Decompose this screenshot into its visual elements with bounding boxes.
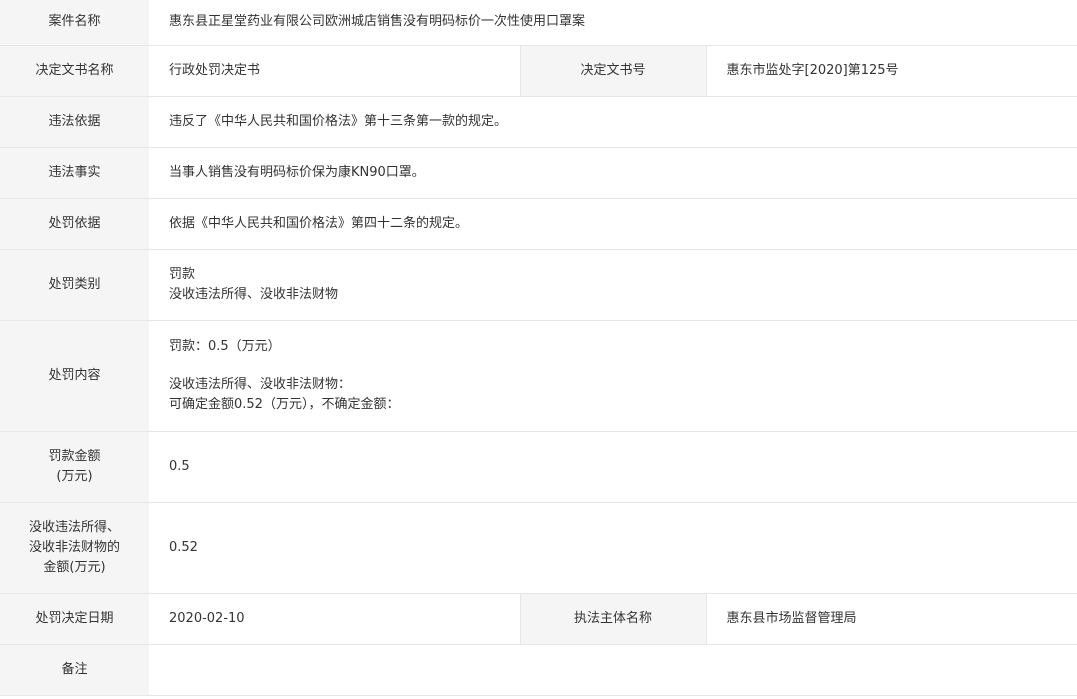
row-penalty-content: 处罚内容 罚款：0.5（万元） 没收违法所得、没收非法财物： 可确定金额0.52… — [0, 320, 1077, 432]
remarks-value — [149, 644, 1077, 696]
penalty-type-line-2: 没收违法所得、没收非法财物 — [169, 286, 339, 302]
penalty-basis-value: 依据《中华人民共和国价格法》第四十二条的规定。 — [149, 198, 1077, 250]
penalty-content-spacer — [169, 357, 1077, 375]
penalty-content-line-1: 罚款：0.5（万元） — [169, 338, 281, 354]
row-case-name: 案件名称 惠东县正星堂药业有限公司欧洲城店销售没有明码标价一次性使用口罩案 — [0, 0, 1077, 46]
penalty-info-table: 案件名称 惠东县正星堂药业有限公司欧洲城店销售没有明码标价一次性使用口罩案 决定… — [0, 0, 1077, 696]
penalty-content-line-2: 没收违法所得、没收非法财物： — [169, 376, 352, 392]
decision-doc-number-value: 惠东市监处字[2020]第125号 — [705, 45, 1077, 97]
penalty-basis-label: 处罚依据 — [0, 198, 149, 250]
enforcement-agency-label: 执法主体名称 — [519, 593, 706, 645]
fine-amount-label-line-2: (万元) — [56, 468, 93, 484]
fine-amount-value: 0.5 — [149, 431, 1077, 503]
confiscation-amount-label: 没收违法所得、 没收非法财物的 金额(万元) — [0, 502, 149, 594]
row-remarks: 备注 — [0, 644, 1077, 696]
violation-facts-value: 当事人销售没有明码标价保为康KN90口罩。 — [149, 147, 1077, 199]
confiscation-amount-label-line-2: 没收非法财物的 — [28, 539, 120, 555]
penalty-type-line-1: 罚款 — [169, 266, 196, 282]
row-fine-amount: 罚款金额 (万元) 0.5 — [0, 431, 1077, 503]
row-penalty-type: 处罚类别 罚款 没收违法所得、没收非法财物 — [0, 249, 1077, 321]
row-violation-facts: 违法事实 当事人销售没有明码标价保为康KN90口罩。 — [0, 147, 1077, 199]
row-decision-date: 处罚决定日期 2020-02-10 执法主体名称 惠东县市场监督管理局 — [0, 593, 1077, 645]
row-confiscation-amount: 没收违法所得、 没收非法财物的 金额(万元) 0.52 — [0, 502, 1077, 594]
decision-doc-name-label: 决定文书名称 — [0, 45, 149, 97]
violation-facts-label: 违法事实 — [0, 147, 149, 199]
case-name-label: 案件名称 — [0, 0, 149, 46]
penalty-type-label: 处罚类别 — [0, 249, 149, 321]
decision-date-value: 2020-02-10 — [149, 593, 520, 645]
confiscation-amount-label-line-1: 没收违法所得、 — [28, 519, 120, 535]
confiscation-amount-value: 0.52 — [149, 502, 1077, 594]
decision-doc-name-value: 行政处罚决定书 — [149, 45, 520, 97]
row-violation-basis: 违法依据 违反了《中华人民共和国价格法》第十三条第一款的规定。 — [0, 96, 1077, 148]
remarks-label: 备注 — [0, 644, 149, 696]
row-decision-doc: 决定文书名称 行政处罚决定书 决定文书号 惠东市监处字[2020]第125号 — [0, 45, 1077, 97]
penalty-content-line-3: 可确定金额0.52（万元），不确定金额： — [169, 396, 400, 412]
violation-basis-label: 违法依据 — [0, 96, 149, 148]
case-name-value: 惠东县正星堂药业有限公司欧洲城店销售没有明码标价一次性使用口罩案 — [149, 0, 1077, 46]
confiscation-amount-label-line-3: 金额(万元) — [43, 559, 106, 575]
penalty-content-label: 处罚内容 — [0, 320, 149, 432]
fine-amount-label: 罚款金额 (万元) — [0, 431, 149, 503]
decision-date-label: 处罚决定日期 — [0, 593, 149, 645]
penalty-content-value: 罚款：0.5（万元） 没收违法所得、没收非法财物： 可确定金额0.52（万元），… — [149, 320, 1077, 432]
violation-basis-value: 违反了《中华人民共和国价格法》第十三条第一款的规定。 — [149, 96, 1077, 148]
decision-doc-number-label: 决定文书号 — [519, 45, 706, 97]
row-penalty-basis: 处罚依据 依据《中华人民共和国价格法》第四十二条的规定。 — [0, 198, 1077, 250]
penalty-type-value: 罚款 没收违法所得、没收非法财物 — [149, 249, 1077, 321]
fine-amount-label-line-1: 罚款金额 — [48, 448, 101, 464]
enforcement-agency-value: 惠东县市场监督管理局 — [705, 593, 1077, 645]
